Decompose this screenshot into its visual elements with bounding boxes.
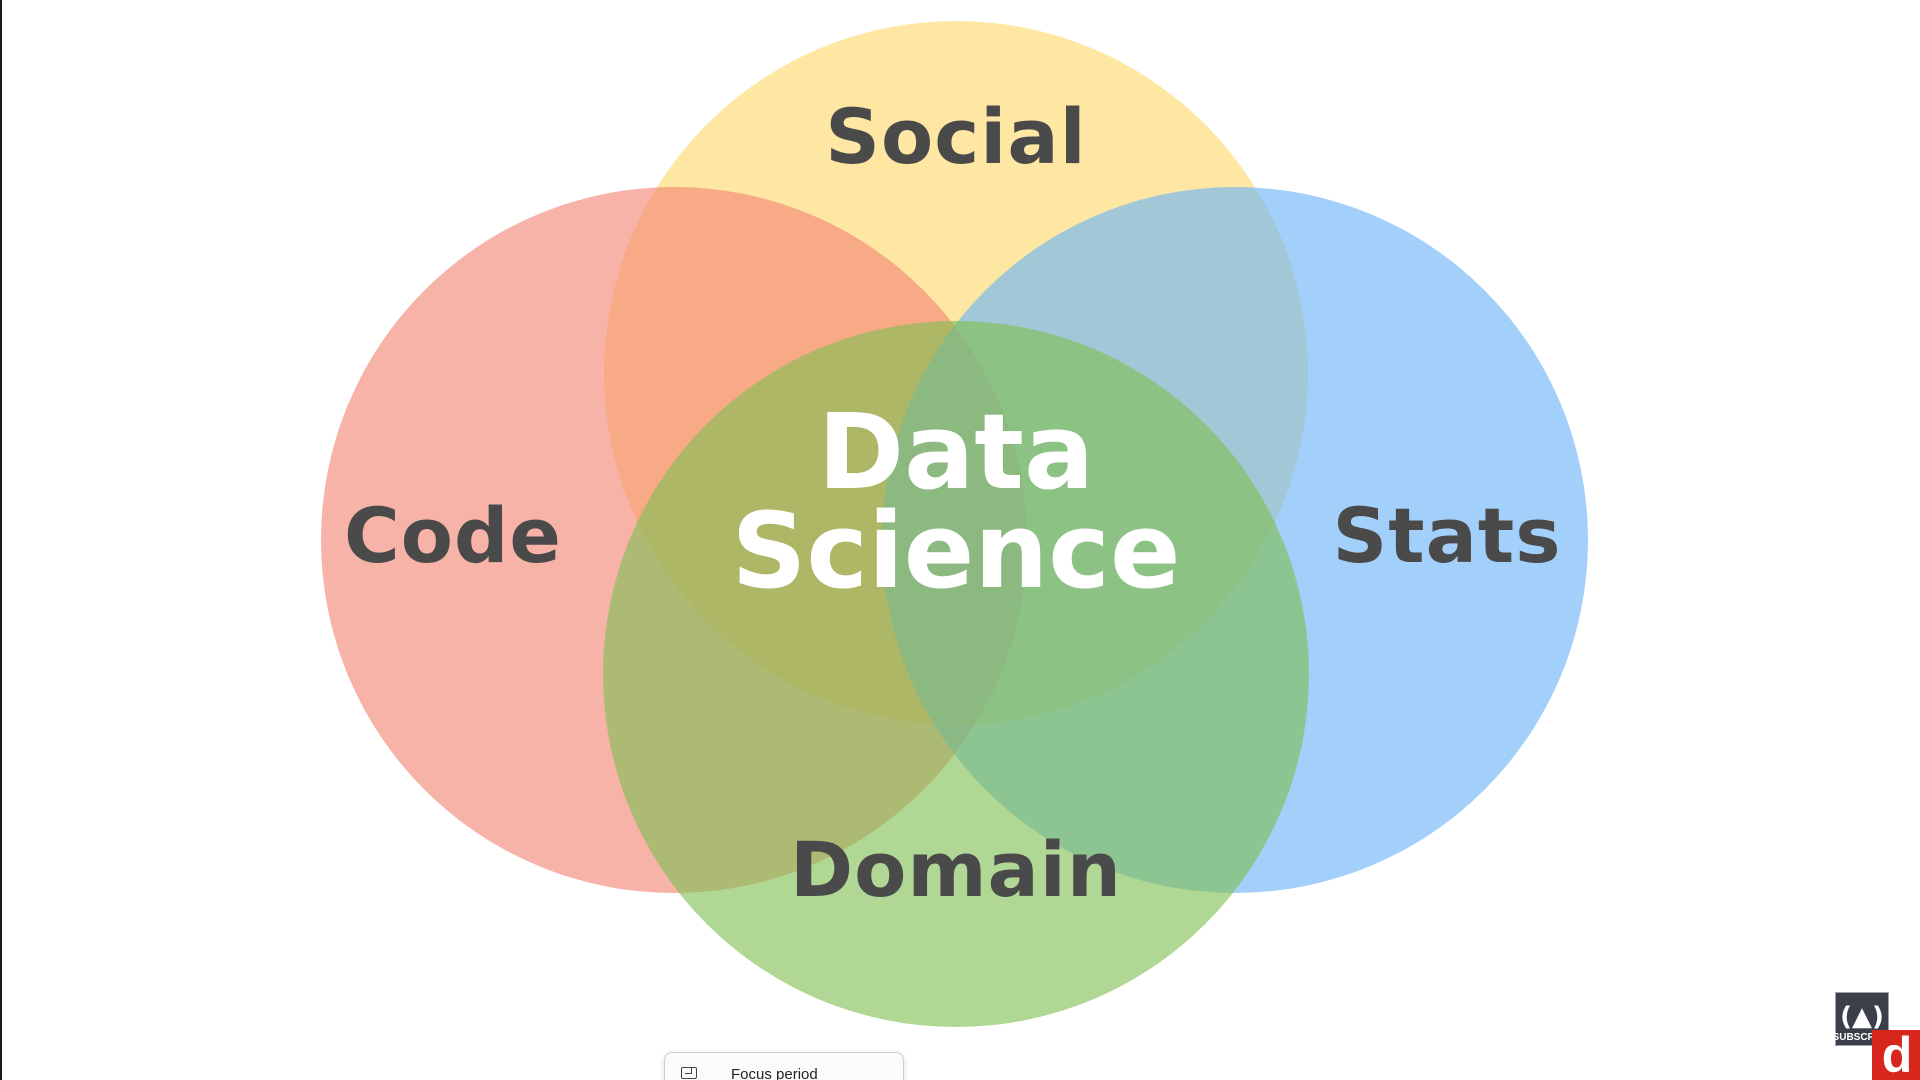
code-label: Code: [344, 491, 562, 580]
center-label-science: Science: [732, 490, 1181, 612]
flame-icon: (▲): [1840, 1002, 1884, 1032]
video-frame: Social Code Stats Domain Data Science (▲…: [0, 0, 1920, 1080]
venn-diagram: Social Code Stats Domain Data Science: [321, 21, 1588, 1027]
channel-logo[interactable]: d: [1872, 1030, 1920, 1080]
stats-label: Stats: [1333, 491, 1562, 580]
social-label: Social: [825, 92, 1086, 181]
focus-period-label: Focus period: [731, 1066, 818, 1080]
focus-window-icon: [681, 1067, 697, 1079]
domain-label: Domain: [790, 825, 1122, 914]
focus-period-popup[interactable]: Focus period: [664, 1052, 904, 1080]
